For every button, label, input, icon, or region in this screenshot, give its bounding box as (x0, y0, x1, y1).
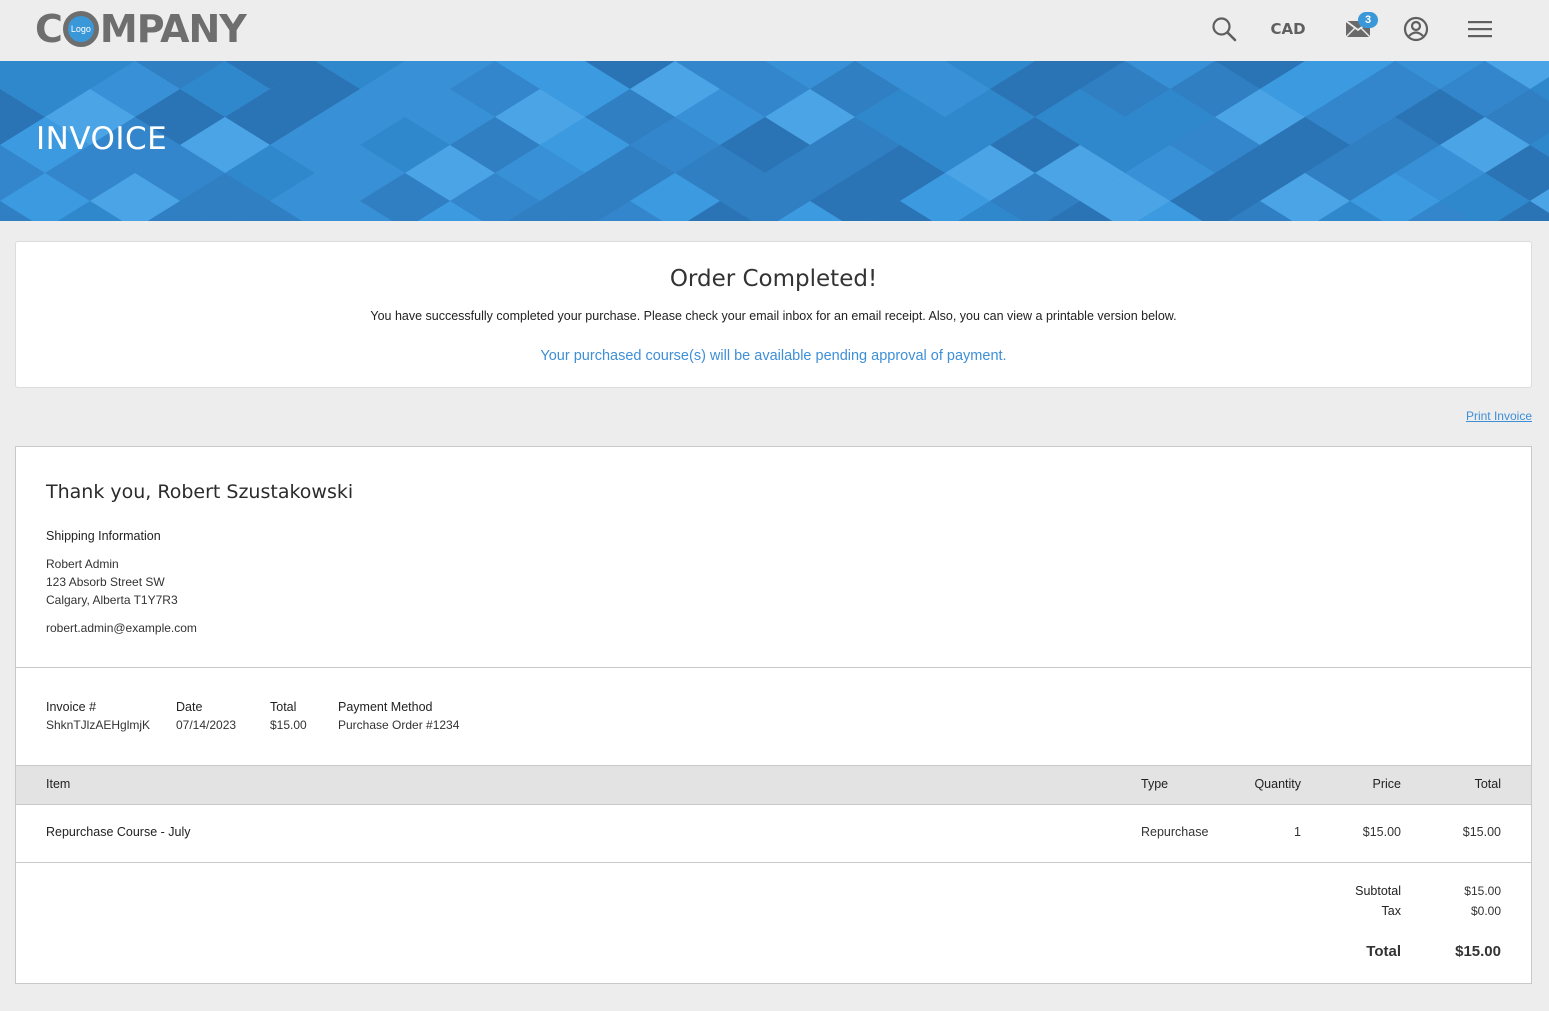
company-logo[interactable]: C Logo MPANY (35, 7, 247, 51)
row-total: $15.00 (1462, 825, 1501, 839)
shipping-city: Calgary, Alberta T1Y7R3 (46, 593, 178, 607)
grand-total-label: Total (1366, 943, 1401, 960)
column-header-total: Total (1474, 777, 1501, 791)
row-type: Repurchase (1141, 825, 1209, 839)
invoice-total-label: Total (270, 700, 297, 714)
mail-count-badge: 3 (1358, 12, 1378, 28)
thank-you-heading: Thank you, Robert Szustakowski (46, 481, 354, 503)
pending-approval-notice: Your purchased course(s) will be availab… (540, 348, 1007, 364)
main-menu-button[interactable] (1465, 14, 1495, 44)
banner-pattern (0, 61, 1549, 221)
invoice-number-value: ShknTJlzAEHglmjK (46, 718, 151, 732)
invoice-number-label: Invoice # (46, 700, 97, 714)
column-header-quantity: Quantity (1254, 777, 1301, 791)
messages-button[interactable]: 3 (1337, 12, 1381, 44)
row-item: Repurchase Course - July (46, 825, 191, 839)
column-header-price: Price (1372, 777, 1401, 791)
shipping-street: 123 Absorb Street SW (46, 575, 165, 589)
page-banner: INVOICE (0, 61, 1549, 221)
grand-total-value: $15.00 (1455, 943, 1501, 960)
search-button[interactable] (1209, 14, 1239, 44)
tax-label: Tax (1381, 904, 1401, 918)
order-completed-title: Order Completed! (669, 266, 878, 292)
payment-method-label: Payment Method (338, 700, 433, 714)
invoice-card: Thank you, Robert Szustakowski Shipping … (15, 446, 1532, 984)
invoice-total-value: $15.00 (270, 718, 307, 732)
profile-button[interactable] (1401, 14, 1431, 44)
row-quantity: 1 (1294, 825, 1301, 839)
column-header-type: Type (1141, 777, 1169, 791)
menu-icon (1468, 21, 1492, 38)
logo-badge-text: Logo (70, 24, 91, 34)
column-header-item: Item (46, 777, 71, 791)
subtotal-label: Subtotal (1355, 884, 1401, 898)
tax-value: $0.00 (1470, 904, 1501, 918)
print-invoice-link[interactable]: Print Invoice (1466, 409, 1532, 423)
currency-selector[interactable]: CAD (1266, 14, 1310, 44)
section-divider (16, 667, 1531, 668)
items-table-header: Item Type Quantity Price Total (16, 765, 1531, 805)
page-title: INVOICE (36, 121, 168, 157)
invoice-date-value: 07/14/2023 (176, 718, 237, 732)
subtotal-value: $15.00 (1464, 884, 1501, 898)
logo-text: MPANY (99, 7, 247, 51)
order-completed-message: You have successfully completed your pur… (370, 309, 1177, 323)
user-icon (1403, 16, 1429, 42)
logo-letter: C (35, 7, 63, 51)
top-navbar: C Logo MPANY CAD 3 (0, 0, 1549, 61)
order-completed-card: Order Completed! You have successfully c… (15, 241, 1532, 388)
search-icon (1212, 17, 1237, 42)
row-price: $15.00 (1362, 825, 1401, 839)
logo-badge: Logo (62, 11, 99, 47)
shipping-name: Robert Admin (46, 557, 119, 571)
shipping-email: robert.admin@example.com (46, 621, 197, 635)
payment-method-value: Purchase Order #1234 (338, 718, 460, 732)
table-row: Repurchase Course - July Repurchase 1 $1… (16, 804, 1531, 863)
shipping-information-label: Shipping Information (46, 529, 161, 543)
invoice-date-label: Date (176, 700, 203, 714)
